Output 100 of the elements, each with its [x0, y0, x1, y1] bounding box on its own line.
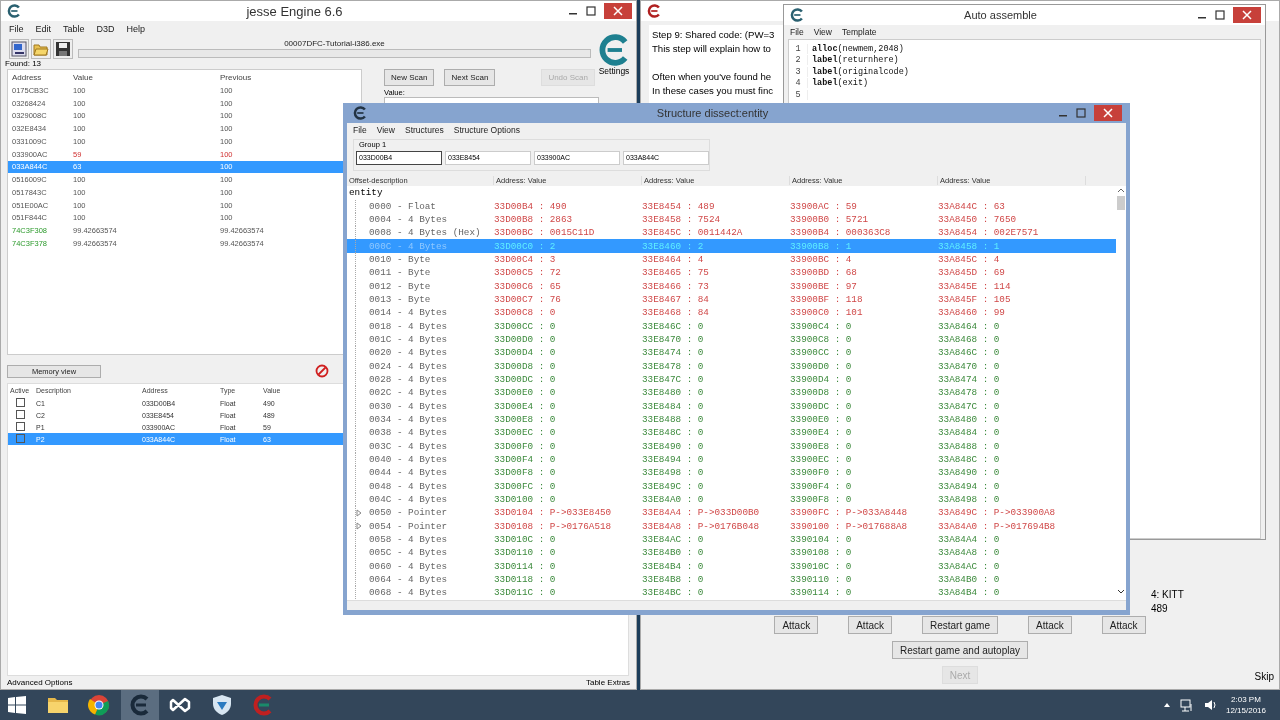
menu-item[interactable]: File	[353, 125, 367, 135]
game-button[interactable]: Restart game	[922, 616, 998, 634]
autoplay-button[interactable]: Restart game and autoplay	[891, 641, 1029, 659]
clock-date[interactable]: 12/15/2016	[1225, 705, 1266, 716]
tree-root[interactable]: entity	[347, 186, 389, 200]
value-cell-text: 33A8464 : 0	[938, 320, 1001, 332]
offset-text: 0054 - Pointer	[369, 520, 448, 532]
logo-icon	[7, 4, 21, 18]
value-cell-text: 33D00B4 : 490	[494, 200, 568, 212]
structure-row[interactable]: 0011 - Byte 33D00C5 : 72 33E8465 : 75 33900BD : 68 33A845D : 69	[347, 266, 1116, 280]
value-cell-text: 33E8464 : 4	[642, 253, 705, 265]
settings-link[interactable]: Settings	[598, 66, 630, 76]
game-button[interactable]: Attack	[1028, 616, 1072, 634]
structure-row[interactable]: 002C - 4 Bytes 33D00E0 : 0 33E8480 : 0 33900D8 : 0 33A8478 : 0	[347, 386, 1116, 400]
stop-icon[interactable]	[315, 364, 329, 378]
structure-row[interactable]: 0014 - 4 Bytes 33D00C8 : 0 33E8468 : 84 33900C0 : 101 33A8460 : 99	[347, 306, 1116, 320]
game-button[interactable]: Attack	[774, 616, 819, 634]
menu-item[interactable]: Edit	[35, 24, 52, 34]
offset-text: 0048 - 4 Bytes	[369, 480, 448, 492]
value-cell-text: 33D011C : 0	[494, 587, 557, 599]
skip-link[interactable]: Skip	[1254, 671, 1274, 682]
column-header[interactable]: Value	[73, 72, 220, 82]
checkbox[interactable]	[16, 434, 25, 443]
maximize-icon[interactable]	[1076, 108, 1086, 118]
value-cell-text: 3390108 : 0	[790, 547, 853, 559]
structure-row[interactable]: 0004 - 4 Bytes 33D00B8 : 2863 33E8458 : 7524 33900B0 : 5721 33A8450 : 7650	[347, 212, 1116, 227]
structure-row[interactable]: 005C - 4 Bytes 33D0110 : 0 33E84B0 : 0 3390108 : 0 33A84A8 : 0	[347, 546, 1116, 560]
menu-item[interactable]: File	[9, 24, 24, 34]
scan-button[interactable]: Next Scan	[444, 69, 496, 86]
menu-item[interactable]: File	[790, 27, 804, 37]
maximize-icon[interactable]	[1215, 10, 1225, 20]
menu-item[interactable]: Structures	[405, 125, 444, 135]
structure-row[interactable]: 004C - 4 Bytes 33D0100 : 0 33E84A0 : 0 33900F8 : 0 33A8498 : 0	[347, 492, 1116, 507]
structure-row[interactable]: 0024 - 4 Bytes 33D00D8 : 0 33E8478 : 0 33900D0 : 0 33A8470 : 0	[347, 359, 1116, 373]
value-cell-text: 33E8498 : 0	[642, 467, 705, 479]
game-button[interactable]: Attack	[1101, 616, 1146, 634]
maximize-icon[interactable]	[586, 6, 596, 16]
player-label: 489	[1151, 602, 1169, 616]
line-number: 3	[789, 66, 808, 77]
structure-row[interactable]: 0044 - 4 Bytes 33D00F8 : 0 33E8498 : 0 33900F0 : 0 33A8490 : 0	[347, 466, 1116, 480]
close-icon[interactable]	[604, 3, 632, 19]
checkbox[interactable]	[16, 410, 25, 419]
column-header[interactable]: Previous	[220, 72, 344, 82]
scan-button[interactable]: New Scan	[384, 69, 435, 86]
checkbox[interactable]	[16, 422, 25, 431]
menu-item[interactable]: Template	[842, 27, 877, 37]
structure-row[interactable]: 0060 - 4 Bytes 33D0114 : 0 33E84B4 : 0 339010C : 0 33A84AC : 0	[347, 559, 1116, 573]
table-extras-link[interactable]: Table Extras	[585, 678, 630, 689]
offset-text: 0038 - 4 Bytes	[369, 427, 448, 439]
network-icon[interactable]	[1179, 698, 1194, 712]
checkbox[interactable]	[16, 398, 25, 407]
offset-text: 005C - 4 Bytes	[369, 547, 448, 559]
volume-icon[interactable]	[1202, 698, 1217, 712]
structure-row[interactable]: 0028 - 4 Bytes 33D00DC : 0 33E847C : 0 33900D4 : 0 33A8474 : 0	[347, 372, 1116, 387]
computer-icon[interactable]	[9, 39, 29, 59]
menu-item[interactable]: View	[376, 125, 395, 135]
menu-item[interactable]: View	[813, 27, 832, 37]
structure-row[interactable]: 0068 - 4 Bytes 33D011C : 0 33E84BC : 0 3390114 : 0 33A84B4 : 0	[347, 586, 1116, 600]
offset-text: 0000 - Float	[369, 200, 436, 212]
structure-row[interactable]: 0013 - Byte 33D00C7 : 76 33E8467 : 84 33900BF : 118 33A845F : 105	[347, 292, 1116, 307]
structure-row[interactable]: 0010 - Byte 33D00C4 : 3 33E8464 : 4 33900BC : 4 33A845C : 4	[347, 252, 1116, 267]
structure-row[interactable]: 0048 - 4 Bytes 33D00FC : 0 33E849C : 0 33900F4 : 0 33A8494 : 0	[347, 479, 1116, 493]
column-header[interactable]: Address	[12, 72, 73, 82]
menu-item[interactable]: Structure Options	[453, 125, 520, 135]
menu-item[interactable]: Help	[126, 24, 146, 34]
structure-row[interactable]: 0020 - 4 Bytes 33D00D4 : 0 33E8474 : 0 33900CC : 0 33A846C : 0	[347, 346, 1116, 360]
windows-icon[interactable]	[7, 695, 27, 715]
structure-row[interactable]: 0038 - 4 Bytes 33D00EC : 0 33E848C : 0 33900E4 : 0 33A8484 : 0	[347, 426, 1116, 440]
structure-row[interactable]: 0018 - 4 Bytes 33D00CC : 0 33E846C : 0 33900C4 : 0 33A8464 : 0	[347, 319, 1116, 333]
structure-row[interactable]: 0054 - Pointer 33D0108 : P->0176A518 33E84A8 : P->0176B048 3390100 : P->017688A8 33A84A0 : P->017694B8	[347, 519, 1116, 533]
value-cell-text: 33900E4 : 0	[790, 427, 853, 439]
structure-row[interactable]: 0050 - Pointer 33D0104 : P->033E8450 33E84A4 : P->033D00B0 33900FC : P->033A8448 33A849C : P->033900A8	[347, 506, 1116, 520]
structure-row[interactable]: 0058 - 4 Bytes 33D010C : 0 33E84AC : 0 3390104 : 0 33A84A4 : 0	[347, 532, 1116, 547]
structure-row[interactable]: 0030 - 4 Bytes 33D00E4 : 0 33E8484 : 0 33900DC : 0 33A847C : 0	[347, 399, 1116, 413]
value-cell-text: 33A845E : 114	[938, 280, 1012, 292]
value-cell-text: 33E8470 : 0	[642, 333, 705, 345]
close-icon[interactable]	[1233, 7, 1261, 23]
menu-item[interactable]: D3D	[96, 24, 115, 34]
value-cell-text: 33D0114 : 0	[494, 560, 557, 572]
structure-row[interactable]: 003C - 4 Bytes 33D00F0 : 0 33E8490 : 0 33900E8 : 0 33A8488 : 0	[347, 439, 1116, 453]
structure-row[interactable]: 001C - 4 Bytes 33D00D0 : 0 33E8470 : 0 33900C8 : 0 33A8468 : 0	[347, 332, 1116, 347]
save-icon[interactable]	[53, 39, 73, 59]
close-icon[interactable]	[1094, 105, 1122, 121]
structure-row[interactable]: 0064 - 4 Bytes 33D0118 : 0 33E84B8 : 0 3390110 : 0 33A84B0 : 0	[347, 572, 1116, 587]
value-cell-text: 33A845F : 105	[938, 293, 1012, 305]
value-cell-text: 33900BF : 118	[790, 293, 864, 305]
structure-row[interactable]: 0000 - Float 33D00B4 : 490 33E8454 : 489 33900AC : 59 33A844C : 63	[347, 199, 1116, 213]
clock-time[interactable]: 2:03 PM	[1231, 694, 1261, 705]
value-cell-text: 33D00DC : 0	[494, 374, 557, 385]
structure-row[interactable]: 0034 - 4 Bytes 33D00E8 : 0 33E8488 : 0 33900E0 : 0 33A8480 : 0	[347, 412, 1116, 427]
value-cell-text: 33E848C : 0	[642, 427, 705, 439]
structure-row[interactable]: 0040 - 4 Bytes 33D00F4 : 0 33E8494 : 0 33900EC : 0 33A848C : 0	[347, 452, 1116, 467]
advanced-options-link[interactable]: Advanced Options	[7, 678, 73, 689]
menu-item[interactable]: Table	[63, 24, 85, 34]
structure-row[interactable]: 0012 - Byte 33D00C6 : 65 33E8466 : 73 33900BE : 97 33A845E : 114	[347, 279, 1116, 293]
value-cell-text: 33D00C6 : 65	[494, 280, 562, 292]
caret-icon[interactable]	[1162, 702, 1171, 708]
value-cell-text: 33E8494 : 0	[642, 454, 705, 466]
process-name[interactable]: 00007DFC-Tutorial-i386.exe	[284, 39, 385, 48]
game-button[interactable]: Attack	[848, 616, 892, 634]
